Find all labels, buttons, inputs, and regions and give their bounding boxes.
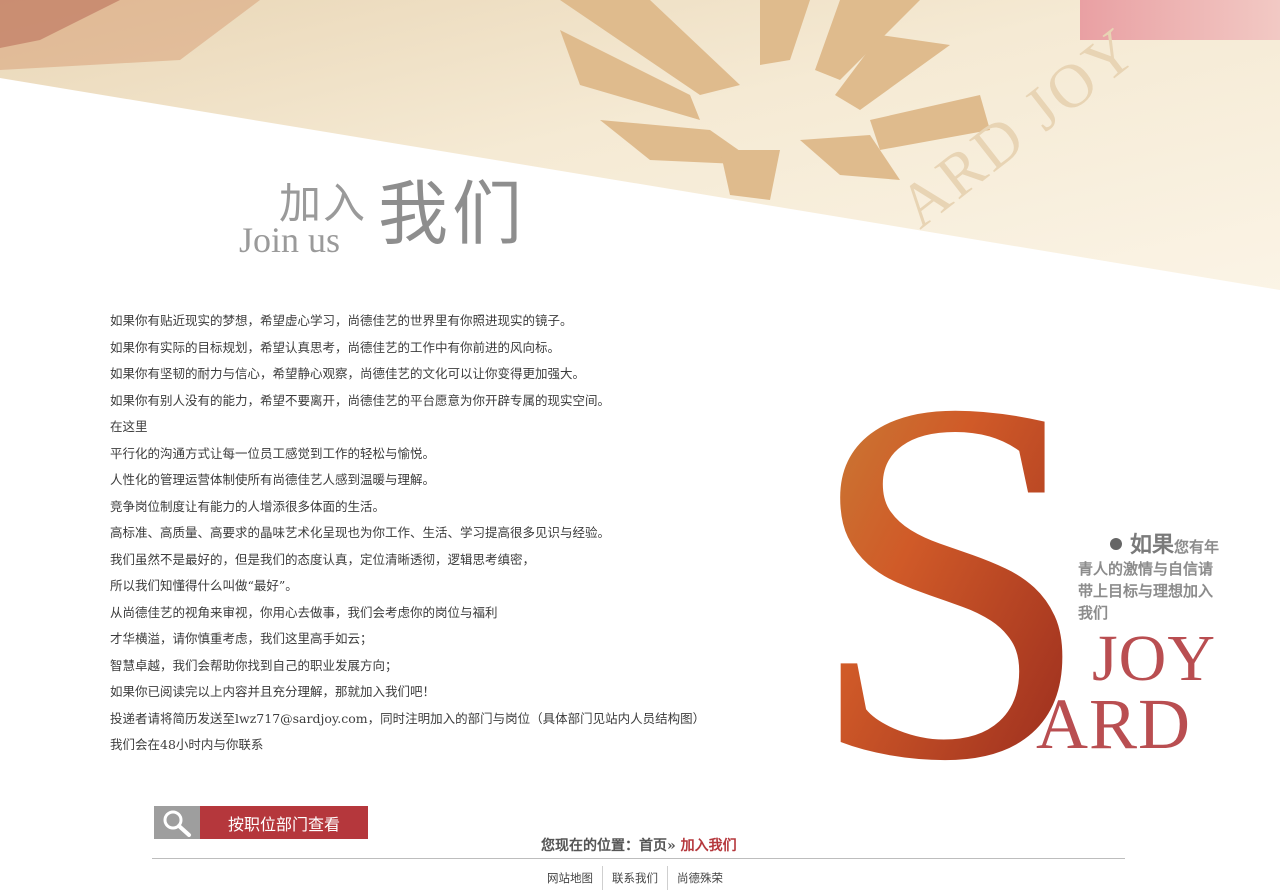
bullet-icon — [1110, 538, 1122, 550]
intro-line: 投递者请将简历发送至lwz717@sardjoy.com，同时注明加入的部门与岗… — [110, 710, 706, 726]
intro-line: 智慧卓越，我们会帮助你找到自己的职业发展方向； — [110, 657, 398, 673]
logo-ard-text: ARD — [1036, 684, 1192, 764]
intro-line: 竞争岗位制度让有能力的人增添很多体面的生活。 — [110, 498, 386, 514]
intro-line: 在这里 — [110, 419, 148, 434]
footer-link-sitemap[interactable]: 网站地图 — [538, 866, 602, 890]
intro-line: 我们会在48小时内与你联系 — [110, 737, 264, 752]
view-by-department-button[interactable]: 按职位部门查看 — [154, 806, 368, 839]
footer-link-contact[interactable]: 联系我们 — [603, 866, 667, 890]
intro-line: 高标准、高质量、高要求的晶味艺术化呈现也为你工作、生活、学习提高很多见识与经验。 — [110, 525, 611, 540]
intro-line: 如果你已阅读完以上内容并且充分理解，那就加入我们吧！ — [110, 684, 436, 699]
footer-divider — [152, 858, 1125, 859]
recruitment-intro: 如果你有贴近现实的梦想，希望虚心学习，尚德佳艺的世界里有你照进现实的镜子。 如果你… — [110, 308, 770, 759]
breadcrumb: 您现在的位置：首页» 加入我们 — [541, 836, 737, 856]
page-title-zh-big: 我们 — [378, 173, 526, 255]
pitch-line4: 我们 — [1078, 604, 1109, 622]
join-pitch: 如果您有年 青人的激情与自信请 带上目标与理想加入 我们 — [1078, 534, 1238, 624]
pitch-line2: 青人的激情与自信请 — [1078, 560, 1214, 578]
breadcrumb-home-link[interactable]: 首页 — [639, 838, 667, 854]
footer-link-honors[interactable]: 尚德殊荣 — [668, 866, 732, 890]
intro-line: 从尚德佳艺的视角来审视，你用心去做事，我们会考虑你的岗位与福利 — [110, 604, 498, 620]
breadcrumb-separator: » — [667, 838, 676, 854]
intro-line: 我们虽然不是最好的，但是我们的态度认真，定位清晰透彻，逻辑思考缜密， — [110, 551, 536, 567]
intro-line: 所以我们知懂得什么叫做“最好”。 — [110, 578, 298, 593]
intro-line: 如果你有坚韧的耐力与信心，希望静心观察，尚德佳艺的文化可以让你变得更加强大。 — [110, 366, 586, 381]
pitch-line1: 您有年 — [1174, 538, 1220, 556]
intro-line: 才华横溢，请你慎重考虑，我们这里高手如云； — [110, 631, 373, 646]
footer-links: 网站地图 联系我们 尚德殊荣 — [538, 866, 732, 890]
intro-line: 如果你有实际的目标规划，希望认真思考，尚德佳艺的工作中有你前进的风向标。 — [110, 339, 561, 355]
banner-artwork: ARD JOY — [0, 0, 1280, 290]
intro-line: 如果你有别人没有的能力，希望不要离开，尚德佳艺的平台愿意为你开辟专属的现实空间。 — [110, 392, 611, 408]
logo-joy-text: JOY — [1092, 622, 1217, 695]
view-by-department-label: 按职位部门查看 — [200, 806, 368, 839]
search-icon — [154, 806, 200, 839]
breadcrumb-current: 加入我们 — [680, 838, 737, 854]
intro-line: 人性化的管理运营体制使所有尚德佳艺人感到温暖与理解。 — [110, 472, 436, 487]
pitch-lead: 如果 — [1130, 532, 1175, 558]
pitch-line3: 带上目标与理想加入 — [1078, 582, 1214, 600]
intro-line: 如果你有贴近现实的梦想，希望虚心学习，尚德佳艺的世界里有你照进现实的镜子。 — [110, 313, 573, 328]
header-banner: ARD JOY — [0, 0, 1280, 300]
intro-line: 平行化的沟通方式让每一位员工感觉到工作的轻松与愉悦。 — [110, 445, 436, 461]
page-title-en: Join us — [239, 220, 341, 260]
breadcrumb-prefix: 您现在的位置： — [541, 838, 639, 854]
